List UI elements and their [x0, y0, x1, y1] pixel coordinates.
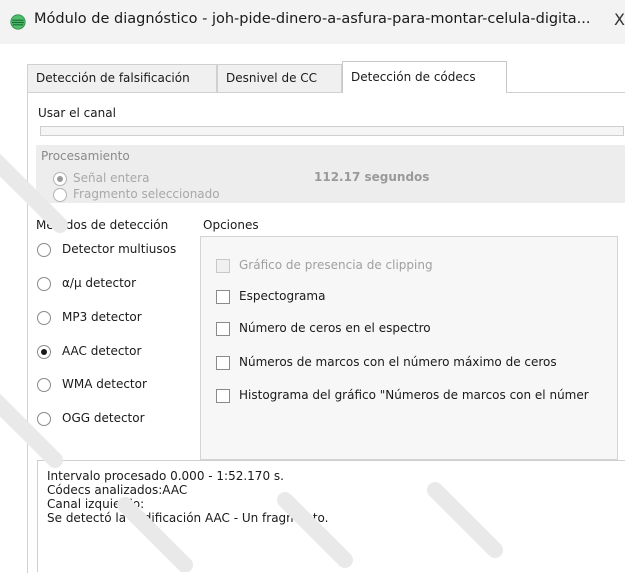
output-line: Códecs analizados:AAC [47, 483, 188, 497]
method-detector-multiusos[interactable]: Detector multiusos [62, 242, 176, 256]
tab-label: Desnivel de CC [226, 71, 318, 85]
method-mp3-detector[interactable]: MP3 detector [62, 310, 142, 324]
option-fragmento-seleccionado: Fragmento seleccionado [73, 187, 220, 201]
channel-label: Usar el canal [38, 106, 116, 120]
window-title: Módulo de diagnóstico - joh-pide-dinero-… [34, 11, 591, 27]
method-wma-detector[interactable]: WMA detector [62, 377, 147, 391]
results-output[interactable]: Intervalo procesado 0.000 - 1:52.170 s. … [37, 460, 625, 572]
method-alpha-mu-detector[interactable]: α/μ detector [62, 276, 136, 290]
processing-title: Procesamiento [41, 149, 130, 163]
tab-deteccion-falsificacion[interactable]: Detección de falsificación [27, 64, 217, 92]
option-marcos-ceros[interactable]: Números de marcos con el número máximo d… [239, 355, 557, 369]
output-line: Intervalo procesado 0.000 - 1:52.170 s. [47, 469, 284, 483]
radio-fragmento-seleccionado[interactable] [53, 188, 67, 202]
tab-desnivel-cc[interactable]: Desnivel de CC [217, 64, 342, 92]
option-numero-ceros[interactable]: Número de ceros en el espectro [239, 321, 431, 335]
method-ogg-detector[interactable]: OGG detector [62, 411, 145, 425]
processing-duration: 112.17 segundos [314, 170, 430, 184]
option-histograma[interactable]: Histograma del gráfico "Números de marco… [239, 388, 589, 402]
radio-mp3-detector[interactable] [37, 311, 51, 325]
checkbox-espectograma[interactable] [216, 290, 230, 304]
output-line: Se detectó la codificación AAC - Un frag… [47, 511, 329, 525]
radio-ogg-detector[interactable] [37, 412, 51, 426]
output-line: Canal izquierdo: [47, 497, 145, 511]
method-aac-detector[interactable]: AAC detector [62, 344, 141, 358]
tab-deteccion-codecs[interactable]: Detección de códecs [342, 61, 507, 93]
radio-detector-multiusos[interactable] [37, 243, 51, 257]
checkbox-histograma[interactable] [216, 389, 230, 403]
checkbox-numero-ceros[interactable] [216, 322, 230, 336]
checkbox-clipping[interactable] [216, 259, 230, 273]
radio-wma-detector[interactable] [37, 378, 51, 392]
close-icon[interactable]: X [614, 10, 625, 29]
channel-selector[interactable] [40, 126, 624, 136]
radio-senal-entera[interactable] [53, 172, 67, 186]
tab-label: Detección de falsificación [36, 71, 190, 85]
options-title: Opciones [203, 218, 259, 232]
option-clipping: Gráfico de presencia de clipping [239, 258, 433, 272]
checkbox-marcos-ceros[interactable] [216, 356, 230, 370]
option-senal-entera: Señal entera [73, 171, 150, 185]
processing-options-clip: Señal entera Fragmento seleccionado 112.… [36, 166, 625, 203]
app-icon [10, 14, 26, 30]
radio-alpha-mu-detector[interactable] [37, 277, 51, 291]
window-titlebar: Módulo de diagnóstico - joh-pide-dinero-… [0, 0, 625, 44]
radio-aac-detector[interactable] [37, 345, 51, 359]
methods-title: Métodos de detección [36, 218, 169, 232]
tab-label: Detección de códecs [351, 70, 476, 84]
option-espectograma[interactable]: Espectograma [239, 289, 325, 303]
